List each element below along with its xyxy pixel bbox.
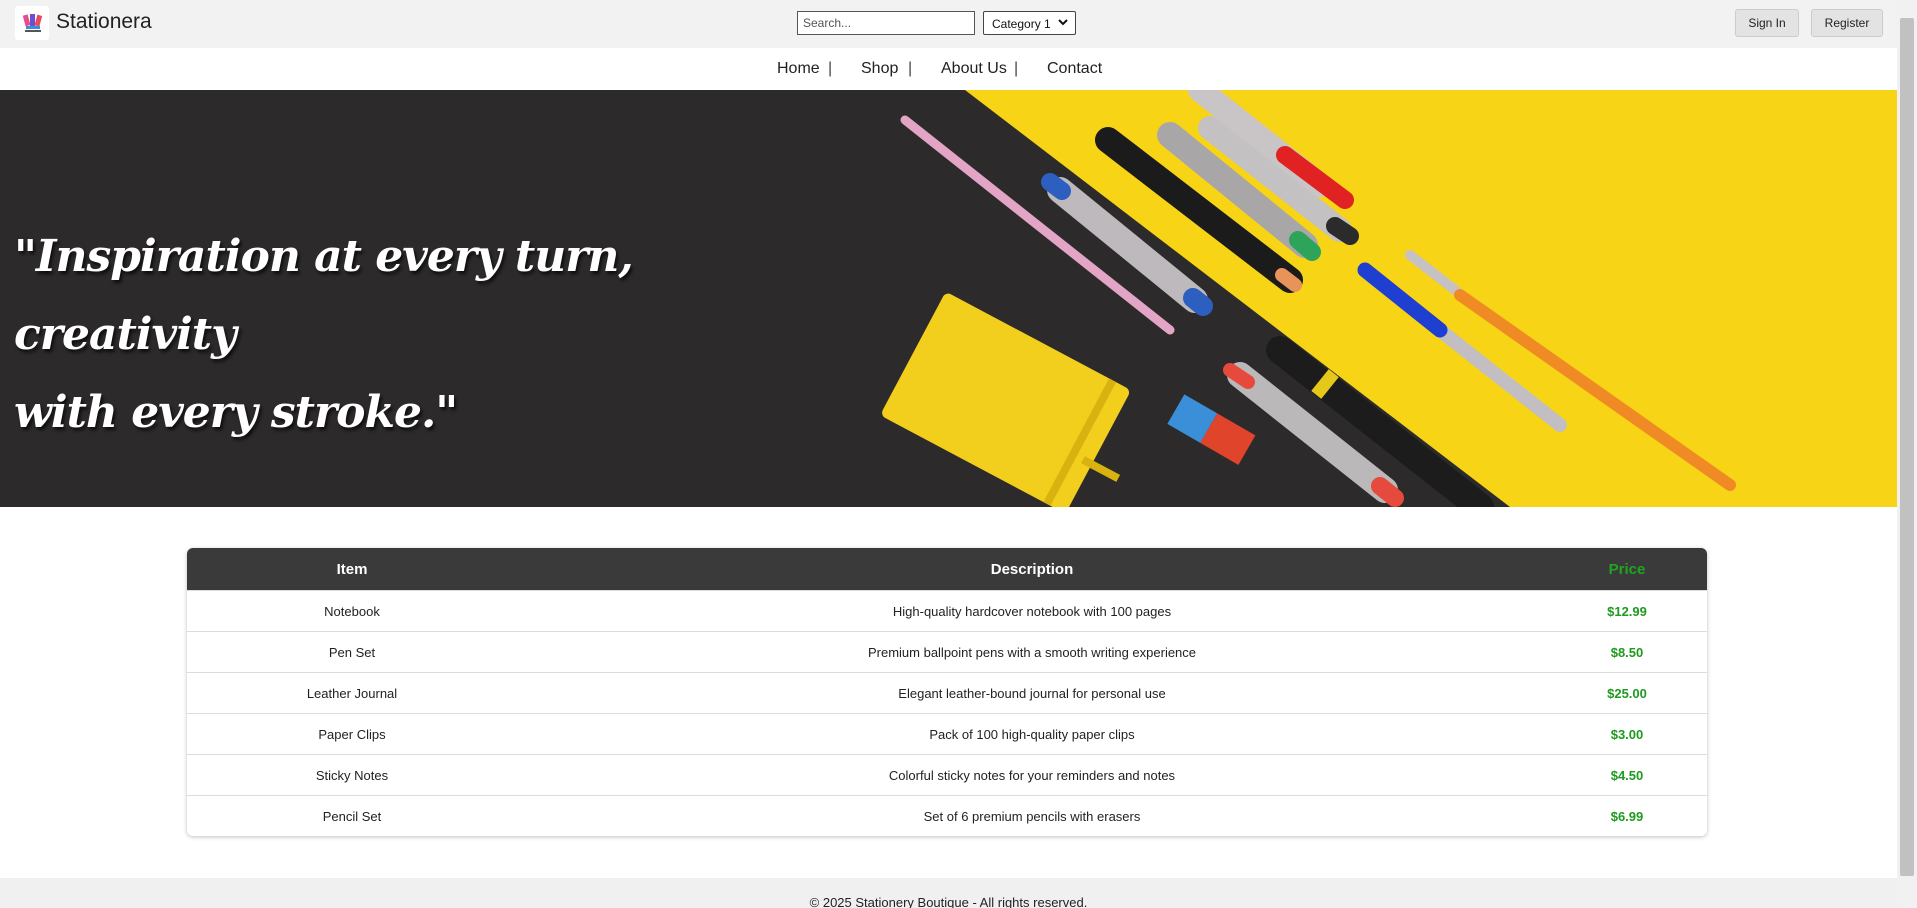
footer: © 2025 Stationery Boutique - All rights … (0, 878, 1897, 908)
description-cell: Set of 6 premium pencils with erasers (923, 809, 1141, 824)
description-cell: Elegant leather-bound journal for person… (898, 686, 1166, 701)
description-cell: Premium ballpoint pens with a smooth wri… (867, 645, 1197, 660)
sign-in-button[interactable]: Sign In (1735, 9, 1799, 37)
table-row: Sticky Notes Colorful sticky notes for y… (187, 754, 1707, 795)
item-cell: Paper Clips (318, 727, 386, 742)
description-cell: Colorful sticky notes for your reminders… (888, 768, 1176, 783)
register-button[interactable]: Register (1811, 9, 1883, 37)
nav-contact-link[interactable]: Contact (1047, 60, 1102, 78)
column-header-item: Item (336, 561, 368, 578)
hero-quote-line-1: "Inspiration at every turn, creativity (14, 231, 634, 360)
table-row: Pencil Set Set of 6 premium pencils with… (187, 795, 1707, 836)
price-cell: $6.99 (1610, 809, 1644, 824)
table-row: Notebook High-quality hardcover notebook… (187, 590, 1707, 631)
hero-banner: "Inspiration at every turn, creativity w… (0, 90, 1897, 507)
footer-copyright: © 2025 Stationery Boutique - All rights … (809, 895, 1088, 908)
scrollbar-thumb[interactable] (1900, 18, 1914, 876)
price-cell: $8.50 (1610, 645, 1644, 660)
item-cell: Notebook (324, 604, 380, 619)
brand-name[interactable]: Stationera (56, 10, 152, 34)
chevron-down-icon (1058, 19, 1068, 26)
vertical-scrollbar[interactable] (1897, 0, 1917, 908)
top-bar: Stationera Category 1 Sign In Register (0, 0, 1897, 48)
price-cell: $12.99 (1607, 604, 1647, 619)
nav-separator: | (828, 60, 833, 77)
column-header-price: Price (1608, 561, 1646, 578)
price-cell: $25.00 (1607, 686, 1647, 701)
hero-quote-line-2: with every stroke." (14, 387, 458, 438)
category-selected-value: Category 1 (992, 17, 1051, 31)
main-nav: Home | Shop | About Us | Contact (0, 48, 1897, 90)
table-row: Paper Clips Pack of 100 high-quality pap… (187, 713, 1707, 754)
price-cell: $3.00 (1610, 727, 1644, 742)
nav-separator: | (1014, 60, 1019, 77)
nav-separator: | (908, 60, 913, 77)
page: Stationera Category 1 Sign In Register H… (0, 0, 1897, 908)
product-table: Item Description Price Notebook High-qua… (187, 548, 1707, 836)
price-cell: $4.50 (1610, 768, 1644, 783)
column-header-description: Description (990, 561, 1074, 578)
nav-about-link[interactable]: About Us (941, 60, 1007, 78)
nav-shop-link[interactable]: Shop (861, 60, 898, 78)
nav-home-link[interactable]: Home (777, 60, 820, 78)
item-cell: Sticky Notes (315, 768, 389, 783)
item-cell: Pencil Set (322, 809, 382, 824)
description-cell: High-quality hardcover notebook with 100… (892, 604, 1172, 619)
hero-quote: "Inspiration at every turn, creativity w… (14, 218, 654, 452)
item-cell: Leather Journal (306, 686, 398, 701)
item-cell: Pen Set (328, 645, 376, 660)
search-input[interactable] (797, 11, 975, 35)
logo-icon[interactable] (15, 6, 49, 40)
table-row: Pen Set Premium ballpoint pens with a sm… (187, 631, 1707, 672)
table-header: Item Description Price (187, 548, 1707, 590)
table-row: Leather Journal Elegant leather-bound jo… (187, 672, 1707, 713)
description-cell: Pack of 100 high-quality paper clips (929, 727, 1135, 742)
category-select[interactable]: Category 1 (983, 11, 1076, 35)
